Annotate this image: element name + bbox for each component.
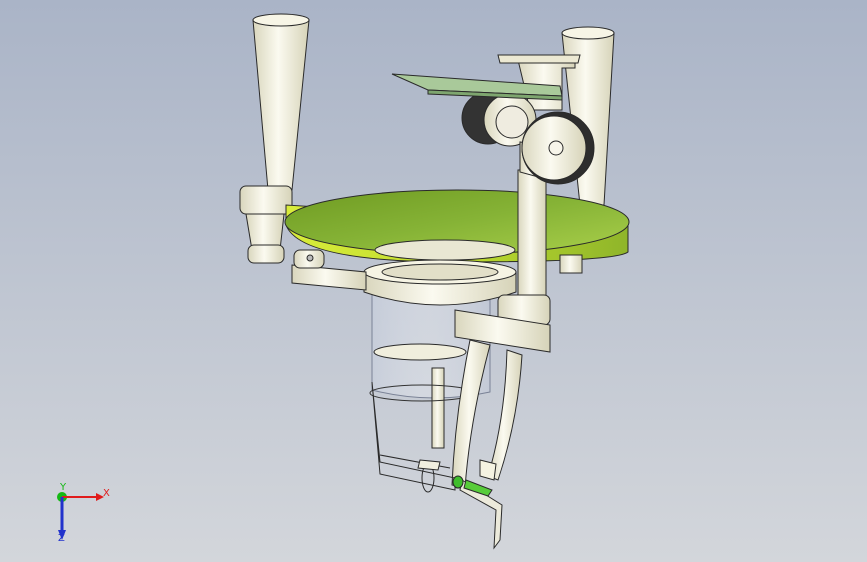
z-axis-label: Z bbox=[58, 533, 65, 544]
y-axis-label: Y bbox=[59, 482, 67, 493]
3d-viewport[interactable]: X Y Z bbox=[0, 0, 867, 562]
orientation-triad[interactable]: X Y Z bbox=[0, 0, 867, 562]
x-axis-label: X bbox=[103, 488, 110, 499]
